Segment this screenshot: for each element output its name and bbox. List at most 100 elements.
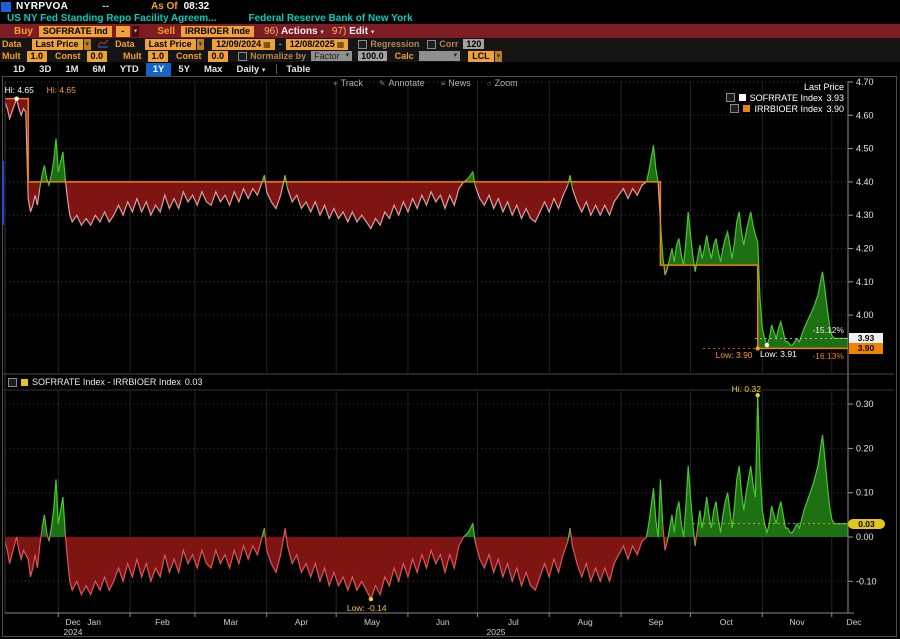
period-tab-max[interactable]: Max <box>197 63 229 76</box>
month-label: Mar <box>223 617 238 627</box>
month-label: Aug <box>578 617 593 627</box>
month-label: Apr <box>295 617 308 627</box>
month-label: Jun <box>436 617 450 627</box>
y-axis-label: 4.20 <box>856 244 874 254</box>
mult2-field[interactable]: 1.0 <box>148 51 169 62</box>
period-tab-ytd[interactable]: YTD <box>113 63 146 76</box>
title-bar: NYRPVOA -- As Of 08:32 <box>0 0 900 13</box>
chart-area: +Track✎Annotate≡News○Zoom Last Price SOF… <box>2 76 897 637</box>
data2-select[interactable]: Last Price <box>145 39 196 50</box>
period-tab-1y[interactable]: 1Y <box>146 63 172 76</box>
factor-value-field[interactable]: 100.0 <box>358 51 387 61</box>
hi-low-dot <box>765 343 769 347</box>
legend-value: 3.90 <box>826 104 844 114</box>
y-axis-label: -0.10 <box>856 576 877 586</box>
period-tab-5y[interactable]: 5Y <box>171 63 197 76</box>
x-axis-labels: DecJanFebMarAprMayJunJulAugSepOctNovDec2… <box>64 617 863 635</box>
legend-value: 3.93 <box>826 93 844 103</box>
month-label: Jan <box>87 617 101 627</box>
period-tab-6m[interactable]: 6M <box>86 63 113 76</box>
period-tab-1d[interactable]: 1D <box>6 63 32 76</box>
y-axis-label: 4.50 <box>856 144 874 154</box>
buy-label: Buy <box>14 26 33 37</box>
toolbar-annotate-button[interactable]: ✎Annotate <box>379 78 425 88</box>
annotation-low-irrbioer: Low: 3.90 <box>716 350 753 360</box>
as-of-time: 08:32 <box>184 1 210 12</box>
bloomberg-terminal-window: NYRPVOA -- As Of 08:32 US NY Fed Standin… <box>0 0 900 639</box>
data2-dropdown-icon[interactable]: ▾ <box>197 39 205 50</box>
toolbar-news-button[interactable]: ≡News <box>441 78 471 88</box>
data2-label: Data <box>115 39 135 49</box>
factor-dropdown-icon[interactable]: ▾ <box>343 51 353 61</box>
corr-checkbox[interactable] <box>427 40 436 49</box>
const2-field[interactable]: 0.0 <box>208 51 229 62</box>
frequency-select[interactable]: Daily ▾ <box>229 63 267 76</box>
news-icon: ≡ <box>441 79 446 88</box>
mini-chart-icon <box>97 39 109 50</box>
window-handle-icon[interactable] <box>1 2 11 12</box>
last-price-tag-irrbioer: 3.90 <box>849 343 883 354</box>
y-axis-label: 4.60 <box>856 110 874 120</box>
const1-label: Const <box>55 51 81 61</box>
date-separator: - <box>279 39 282 49</box>
calc-dropdown-icon[interactable]: ▾ <box>451 51 461 61</box>
sell-security-field[interactable]: IRRBIOER Inde <box>181 26 254 37</box>
date-from-field[interactable]: 12/09/2024▦ <box>212 39 275 50</box>
period-tab-1m[interactable]: 1M <box>58 63 85 76</box>
calc-select[interactable] <box>419 51 451 61</box>
hi-low-dot <box>369 597 373 601</box>
data1-select[interactable]: Last Price <box>32 39 83 50</box>
sofrrate-area-negative <box>264 175 285 208</box>
qty-field[interactable]: - <box>116 26 130 37</box>
command-bar: Buy SOFRRATE Ind - ▾ Sell IRRBIOER Inde … <box>0 24 900 38</box>
annotation-low-spread: Low: -0.14 <box>347 603 387 613</box>
calc-label: Calc <box>395 51 414 61</box>
lcl-dropdown-icon[interactable]: ▾ <box>495 51 503 62</box>
toolbar-track-button[interactable]: +Track <box>333 78 363 88</box>
corr-window-field[interactable]: 120 <box>463 39 484 49</box>
date-to-field[interactable]: 12/08/2025▦ <box>286 39 349 50</box>
y-axis-label: 4.40 <box>856 177 874 187</box>
regression-checkbox[interactable] <box>358 40 367 49</box>
period-tab-bar: 1D3D1M6MYTD1Y5YMaxDaily ▾ Table <box>0 62 900 76</box>
table-button[interactable]: Table <box>286 64 310 75</box>
annotate-icon: ✎ <box>379 79 386 88</box>
chart-toolbar: +Track ✎Annotate ≡News ○Zoom <box>333 78 518 88</box>
title-dashes: -- <box>102 1 109 12</box>
mult1-field[interactable]: 1.0 <box>27 51 48 62</box>
y-axis-label: 0.20 <box>856 443 874 453</box>
legend-checkbox[interactable] <box>726 93 735 102</box>
left-border-highlight <box>2 161 4 225</box>
data1-dropdown-icon[interactable]: ▾ <box>84 39 92 50</box>
legend-label: SOFRRATE Index - IRRBIOER Index <box>32 377 181 387</box>
security-issuer: Federal Reserve Bank of New York <box>248 13 412 24</box>
legend-label: SOFRRATE Index <box>750 93 823 103</box>
security-description: US NY Fed Standing Repo Facility Agreem.… <box>0 13 900 24</box>
lcl-select[interactable]: LCL <box>468 51 494 62</box>
mult1-label: Mult <box>2 51 21 61</box>
edit-menu[interactable]: 97) Edit ▾ <box>332 26 374 37</box>
normalize-checkbox[interactable] <box>238 52 247 61</box>
calendar-icon[interactable]: ▦ <box>337 40 345 49</box>
month-label: Feb <box>155 617 170 627</box>
month-label: Dec <box>846 617 862 627</box>
buy-security-field[interactable]: SOFRRATE Ind <box>39 26 112 37</box>
spread-area-negative <box>65 533 262 595</box>
calendar-icon[interactable]: ▦ <box>263 40 271 49</box>
month-label: Nov <box>789 617 805 627</box>
period-tab-3d[interactable]: 3D <box>32 63 58 76</box>
data1-label: Data <box>2 39 22 49</box>
legend-checkbox[interactable] <box>730 104 739 113</box>
const1-field[interactable]: 0.0 <box>87 51 108 62</box>
pct-change-sofrrate: -15.12% <box>812 325 844 335</box>
y-axis-label: 0.30 <box>856 399 874 409</box>
legend-label: IRRBIOER Index <box>754 104 822 114</box>
irrbioer-swatch-icon <box>743 105 750 112</box>
qty-dropdown-icon[interactable]: ▾ <box>132 26 140 37</box>
annotation-low-sofrrate: Low: 3.91 <box>760 349 797 359</box>
legend-checkbox[interactable] <box>8 378 17 387</box>
settings-row-1: Data Last Price ▾ Data Last Price ▾ 12/0… <box>0 38 900 50</box>
factor-select[interactable]: Factor <box>311 51 343 61</box>
actions-menu[interactable]: 96) Actions ▾ <box>264 26 324 37</box>
toolbar-zoom-button[interactable]: ○Zoom <box>487 78 518 88</box>
